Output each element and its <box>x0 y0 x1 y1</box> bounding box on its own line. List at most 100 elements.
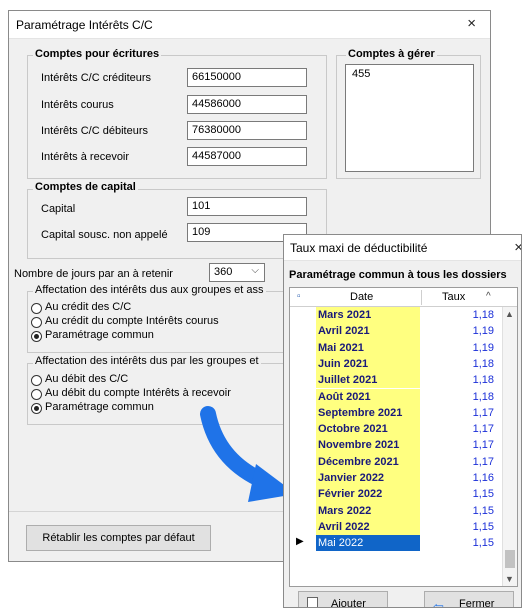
taux-cell[interactable]: 1,15 <box>422 486 494 502</box>
date-cell[interactable]: Avril 2022 <box>316 518 420 536</box>
field-debiteurs[interactable]: 76380000 <box>187 121 307 140</box>
affectation-par-title: Affectation des intérêts dus par les gro… <box>33 355 261 367</box>
date-cell[interactable]: Mai 2021 <box>316 339 420 356</box>
date-cell[interactable]: Janvier 2022 <box>316 470 420 487</box>
date-cell[interactable]: Mars 2022 <box>316 502 420 519</box>
field-creditors[interactable]: 66150000 <box>187 68 307 87</box>
field-label-creditors: Intérêts C/C créditeurs <box>41 72 152 84</box>
taux-table[interactable]: ▫ Date Taux ^ Mars 2021 1,18 Avril 2021 1,1… <box>289 287 518 587</box>
chevron-down-icon: ⌵ <box>251 265 259 276</box>
table-row[interactable]: Octobre 2021 1,17 <box>290 421 502 438</box>
taux-cell[interactable]: 1,18 <box>422 372 494 388</box>
radio-label-debit-cc[interactable]: Au débit des C/C <box>45 373 128 385</box>
date-cell[interactable]: Novembre 2021 <box>316 437 420 454</box>
table-row[interactable]: Décembre 2021 1,17 <box>290 453 502 470</box>
taux-cell[interactable]: 1,17 <box>422 454 494 470</box>
field-recevoir[interactable]: 44587000 <box>187 147 307 166</box>
radio-parametrage-commun-aux[interactable] <box>31 331 42 342</box>
table-row[interactable]: Septembre 2021 1,17 <box>290 404 502 422</box>
radio-label-parametrage-commun-par[interactable]: Paramétrage commun <box>45 401 154 413</box>
table-row[interactable]: Février 2022 1,15 <box>290 486 502 503</box>
scroll-down-icon[interactable]: ▼ <box>505 574 514 584</box>
column-header-date[interactable]: Date <box>350 291 373 303</box>
nb-jours-select[interactable]: 360 ⌵ <box>209 263 265 282</box>
radio-label-credit-interets-courus[interactable]: Au crédit du compte Intérêts courus <box>45 315 219 327</box>
scroll-thumb[interactable] <box>505 550 515 568</box>
radio-label-parametrage-commun-aux[interactable]: Paramétrage commun <box>45 329 154 341</box>
date-cell[interactable]: Février 2022 <box>316 486 420 503</box>
table-row[interactable]: Avril 2022 1,15 <box>290 518 502 536</box>
date-cell[interactable]: Juillet 2021 <box>316 372 420 389</box>
radio-credit-interets-courus[interactable] <box>31 317 42 328</box>
close-icon[interactable]: × <box>514 239 521 256</box>
table-row[interactable]: Mars 2021 1,18 <box>290 307 502 324</box>
list-item[interactable]: 455 <box>352 68 370 80</box>
date-cell[interactable]: Juin 2021 <box>316 355 420 373</box>
field-label-recevoir: Intérêts à recevoir <box>41 151 130 163</box>
table-row[interactable]: Août 2021 1,18 <box>290 388 502 405</box>
row-header-icon: ▫ <box>297 291 301 302</box>
taux-cell[interactable]: 1,17 <box>422 437 494 453</box>
date-cell[interactable]: Avril 2021 <box>316 323 420 340</box>
field-courus[interactable]: 44586000 <box>187 95 307 114</box>
table-row[interactable]: Avril 2021 1,19 <box>290 323 502 340</box>
taux-dialog-subtitle: Paramétrage commun à tous les dossiers <box>289 269 507 281</box>
scroll-up-icon[interactable]: ▲ <box>505 309 514 319</box>
taux-cell[interactable]: 1,16 <box>422 470 494 486</box>
taux-cell[interactable]: 1,18 <box>422 389 494 405</box>
radio-debit-cc[interactable] <box>31 375 42 386</box>
fermer-button[interactable]: ⇦ Fermer <box>424 591 514 608</box>
taux-dialog: Taux maxi de déductibilité × Paramétrage… <box>283 234 522 608</box>
radio-debit-interets-recevoir[interactable] <box>31 389 42 400</box>
column-header-taux[interactable]: Taux <box>442 291 465 303</box>
table-row[interactable]: ▶ Mai 2022 1,15 <box>290 535 502 552</box>
radio-label-credit-cc[interactable]: Au crédit des C/C <box>45 301 131 313</box>
current-row-marker-icon: ▶ <box>296 536 304 548</box>
taux-cell[interactable]: 1,15 <box>422 519 494 535</box>
radio-label-debit-interets-recevoir[interactable]: Au débit du compte Intérêts à recevoir <box>45 387 231 399</box>
reset-accounts-label: Rétablir les comptes par défaut <box>42 532 195 544</box>
nb-jours-label: Nombre de jours par an à retenir <box>14 268 173 280</box>
date-cell[interactable]: Mai 2022 <box>316 535 420 552</box>
taux-cell[interactable]: 1,19 <box>422 340 494 356</box>
ajouter-button[interactable]: Ajouter <box>298 591 388 608</box>
table-row[interactable]: Juin 2021 1,18 <box>290 355 502 373</box>
radio-parametrage-commun-par[interactable] <box>31 403 42 414</box>
taux-cell[interactable]: 1,19 <box>422 323 494 339</box>
taux-cell[interactable]: 1,15 <box>422 535 494 551</box>
taux-cell[interactable]: 1,15 <box>422 503 494 519</box>
taux-dialog-titlebar: Taux maxi de déductibilité × <box>284 235 521 261</box>
taux-cell[interactable]: 1,18 <box>422 356 494 372</box>
ajouter-label: Ajouter <box>331 598 366 608</box>
dialog-titlebar: Paramétrage Intérêts C/C × <box>9 11 490 39</box>
table-scrollbar[interactable]: ▲ ▼ <box>502 307 517 586</box>
field-label-capital-non-appele: Capital sousc. non appelé <box>41 229 168 241</box>
reset-accounts-button[interactable]: Rétablir les comptes par défaut <box>26 525 211 551</box>
taux-cell[interactable]: 1,17 <box>422 405 494 421</box>
radio-credit-cc[interactable] <box>31 303 42 314</box>
table-row[interactable]: Janvier 2022 1,16 <box>290 470 502 487</box>
table-row[interactable]: Mars 2022 1,15 <box>290 502 502 519</box>
comptes-ecritures-title: Comptes pour écritures <box>33 48 162 60</box>
field-capital[interactable]: 101 <box>187 197 307 216</box>
nb-jours-value: 360 <box>214 266 233 278</box>
field-label-capital: Capital <box>41 203 76 215</box>
dialog-title: Paramétrage Intérêts C/C <box>16 18 153 32</box>
header-divider <box>421 290 422 305</box>
date-cell[interactable]: Mars 2021 <box>316 307 420 324</box>
comptes-capital-title: Comptes de capital <box>33 181 138 193</box>
taux-cell[interactable]: 1,18 <box>422 307 494 323</box>
table-row[interactable]: Juillet 2021 1,18 <box>290 372 502 389</box>
table-row[interactable]: Mai 2021 1,19 <box>290 339 502 356</box>
comptes-gerer-title: Comptes à gérer <box>346 48 437 60</box>
date-cell[interactable]: Août 2021 <box>316 388 420 405</box>
date-cell[interactable]: Décembre 2021 <box>316 453 420 470</box>
table-row[interactable]: Novembre 2021 1,17 <box>290 437 502 454</box>
fermer-label: Fermer <box>459 598 495 608</box>
taux-cell[interactable]: 1,17 <box>422 421 494 437</box>
taux-dialog-title: Taux maxi de déductibilité <box>290 241 428 255</box>
comptes-gerer-list[interactable]: 455 <box>345 64 474 172</box>
close-icon[interactable]: × <box>467 15 476 32</box>
date-cell[interactable]: Octobre 2021 <box>316 421 420 438</box>
date-cell[interactable]: Septembre 2021 <box>316 404 420 422</box>
